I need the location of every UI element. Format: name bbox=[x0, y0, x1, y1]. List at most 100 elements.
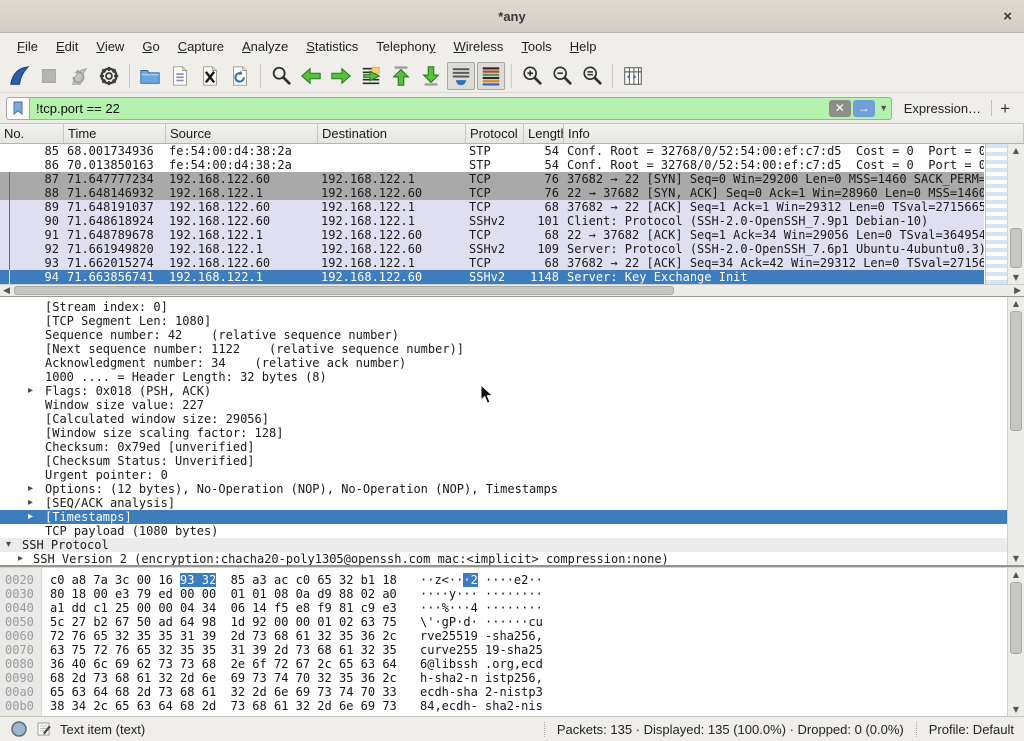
menu-file[interactable]: File bbox=[8, 33, 47, 60]
menu-telephony[interactable]: Telephony bbox=[367, 33, 444, 60]
menu-tools[interactable]: Tools bbox=[512, 33, 560, 60]
filter-clear-button[interactable]: ✕ bbox=[829, 100, 851, 117]
status-profile[interactable]: Profile: Default bbox=[929, 722, 1014, 737]
display-filter-input[interactable] bbox=[30, 98, 829, 119]
detail-line[interactable]: Checksum: 0x79ed [unverified] bbox=[0, 440, 1024, 454]
menu-view[interactable]: View bbox=[87, 33, 133, 60]
packet-list-minimap[interactable] bbox=[985, 144, 1007, 284]
window-close-button[interactable]: × bbox=[1003, 8, 1012, 25]
scroll-down-icon[interactable]: ▼ bbox=[1008, 273, 1024, 282]
detail-line[interactable]: [Calculated window size: 29056] bbox=[0, 412, 1024, 426]
capture-comment-icon[interactable] bbox=[36, 721, 52, 737]
zoom-original-icon[interactable] bbox=[578, 62, 606, 90]
packet-row-88[interactable]: 8871.648146932192.168.122.1192.168.122.6… bbox=[0, 186, 984, 200]
scroll-up-icon[interactable]: ▲ bbox=[1008, 146, 1024, 155]
capture-options-icon[interactable] bbox=[95, 62, 123, 90]
bytes-scroll-thumb[interactable] bbox=[1010, 582, 1022, 654]
hex-row[interactable]: 003080 18 00 e3 79 ed 00 00 01 01 08 0a … bbox=[0, 587, 1024, 601]
menu-analyze[interactable]: Analyze bbox=[233, 33, 297, 60]
menu-help[interactable]: Help bbox=[561, 33, 606, 60]
detail-line[interactable]: [Window size scaling factor: 128] bbox=[0, 426, 1024, 440]
filter-add-button[interactable]: + bbox=[1000, 97, 1010, 120]
save-capture-icon[interactable] bbox=[166, 62, 194, 90]
zoom-out-icon[interactable] bbox=[548, 62, 576, 90]
detail-line[interactable]: ▸[SEQ/ACK analysis] bbox=[0, 496, 1024, 510]
start-capture-icon[interactable] bbox=[5, 62, 33, 90]
bytes-vscrollbar[interactable]: ▲ ▼ bbox=[1007, 568, 1024, 716]
hex-row[interactable]: 0020c0 a8 7a 3c 00 16 93 32 85 a3 ac c0 … bbox=[0, 573, 1024, 587]
menu-go[interactable]: Go bbox=[133, 33, 168, 60]
detail-line[interactable]: 1000 .... = Header Length: 32 bytes (8) bbox=[0, 370, 1024, 384]
stop-capture-icon[interactable] bbox=[35, 62, 63, 90]
zoom-in-icon[interactable] bbox=[518, 62, 546, 90]
collapsed-arrow-icon[interactable]: ▸ bbox=[28, 384, 45, 398]
packet-row-85[interactable]: 8568.001734936fe:54:00:d4:38:2aSTP54Conf… bbox=[0, 144, 984, 158]
go-last-icon[interactable] bbox=[417, 62, 445, 90]
column-header-no[interactable]: No. bbox=[0, 124, 64, 143]
details-scroll-thumb[interactable] bbox=[1010, 311, 1022, 431]
scroll-left-icon[interactable]: ◀ bbox=[3, 285, 10, 297]
scroll-down-icon[interactable]: ▼ bbox=[1008, 554, 1024, 563]
menu-capture[interactable]: Capture bbox=[169, 33, 233, 60]
detail-line[interactable]: [Next sequence number: 1122 (relative se… bbox=[0, 342, 1024, 356]
collapsed-arrow-icon[interactable]: ▸ bbox=[18, 552, 33, 566]
packet-row-87[interactable]: 8771.647777234192.168.122.60192.168.122.… bbox=[0, 172, 984, 186]
packet-list-vscrollbar[interactable]: ▲ ▼ bbox=[1007, 144, 1024, 284]
menu-statistics[interactable]: Statistics bbox=[297, 33, 367, 60]
go-forward-icon[interactable] bbox=[327, 62, 355, 90]
detail-line[interactable]: TCP payload (1080 bytes) bbox=[0, 524, 1024, 538]
packet-row-90[interactable]: 9071.648618924192.168.122.60192.168.122.… bbox=[0, 214, 984, 228]
column-header-time[interactable]: Time bbox=[64, 124, 166, 143]
detail-line[interactable]: Acknowledgment number: 34 (relative ack … bbox=[0, 356, 1024, 370]
collapsed-arrow-icon[interactable]: ▸ bbox=[28, 510, 45, 524]
packet-list-scroll-thumb[interactable] bbox=[1010, 228, 1022, 268]
filter-history-dropdown-icon[interactable]: ▼ bbox=[877, 103, 891, 113]
column-header-info[interactable]: Info bbox=[564, 124, 1024, 143]
hex-row[interactable]: 00505c 27 b2 67 50 ad 64 98 1d 92 00 00 … bbox=[0, 615, 1024, 629]
hex-row[interactable]: 008036 40 6c 69 62 73 73 68 2e 6f 72 67 … bbox=[0, 657, 1024, 671]
packet-row-91[interactable]: 9171.648789678192.168.122.1192.168.122.6… bbox=[0, 228, 984, 242]
resize-columns-icon[interactable] bbox=[619, 62, 647, 90]
hex-row[interactable]: 007063 75 72 76 65 32 35 35 31 39 2d 73 … bbox=[0, 643, 1024, 657]
open-capture-icon[interactable] bbox=[136, 62, 164, 90]
column-header-source[interactable]: Source bbox=[166, 124, 318, 143]
column-header-length[interactable]: Length bbox=[524, 124, 564, 143]
detail-line[interactable]: ▸SSH Version 2 (encryption:chacha20-poly… bbox=[0, 552, 1024, 566]
detail-line[interactable]: [Stream index: 0] bbox=[0, 300, 1024, 314]
close-capture-icon[interactable] bbox=[196, 62, 224, 90]
restart-capture-icon[interactable] bbox=[65, 62, 93, 90]
packet-row-86[interactable]: 8670.013850163fe:54:00:d4:38:2aSTP54Conf… bbox=[0, 158, 984, 172]
packet-row-94[interactable]: 9471.663856741192.168.122.1192.168.122.6… bbox=[0, 270, 984, 284]
detail-line[interactable]: [TCP Segment Len: 1080] bbox=[0, 314, 1024, 328]
scroll-right-icon[interactable]: ▶ bbox=[1014, 285, 1021, 297]
go-to-packet-icon[interactable] bbox=[357, 62, 385, 90]
detail-line[interactable]: Window size value: 227 bbox=[0, 398, 1024, 412]
detail-line[interactable]: ▾SSH Protocol bbox=[0, 538, 1024, 552]
reload-capture-icon[interactable] bbox=[226, 62, 254, 90]
detail-line[interactable]: ▸Flags: 0x018 (PSH, ACK) bbox=[0, 384, 1024, 398]
hex-row[interactable]: 006072 76 65 32 35 35 31 39 2d 73 68 61 … bbox=[0, 629, 1024, 643]
expert-info-icon[interactable] bbox=[10, 720, 28, 738]
scroll-up-icon[interactable]: ▲ bbox=[1008, 570, 1024, 579]
packet-row-93[interactable]: 9371.662015274192.168.122.60192.168.122.… bbox=[0, 256, 984, 270]
packet-row-89[interactable]: 8971.648191037192.168.122.60192.168.122.… bbox=[0, 200, 984, 214]
scroll-up-icon[interactable]: ▲ bbox=[1008, 299, 1024, 308]
hex-row[interactable]: 0040a1 dd c1 25 00 00 04 34 06 14 f5 e8 … bbox=[0, 601, 1024, 615]
menu-wireless[interactable]: Wireless bbox=[445, 33, 513, 60]
filter-expression-button[interactable]: Expression… bbox=[904, 101, 981, 116]
go-first-icon[interactable] bbox=[387, 62, 415, 90]
colorize-icon[interactable] bbox=[477, 62, 505, 90]
collapsed-arrow-icon[interactable]: ▸ bbox=[28, 496, 45, 510]
scroll-down-icon[interactable]: ▼ bbox=[1008, 705, 1024, 714]
detail-line[interactable]: [Checksum Status: Unverified] bbox=[0, 454, 1024, 468]
collapsed-arrow-icon[interactable]: ▸ bbox=[28, 482, 45, 496]
expanded-arrow-icon[interactable]: ▾ bbox=[6, 538, 22, 552]
details-vscrollbar[interactable]: ▲ ▼ bbox=[1007, 297, 1024, 565]
auto-scroll-icon[interactable] bbox=[447, 62, 475, 90]
go-back-icon[interactable] bbox=[297, 62, 325, 90]
packet-list-hscrollbar[interactable]: ◀ ▶ bbox=[0, 284, 1024, 296]
menu-edit[interactable]: Edit bbox=[47, 33, 87, 60]
detail-line[interactable]: ▸Options: (12 bytes), No-Operation (NOP)… bbox=[0, 482, 1024, 496]
filter-apply-button[interactable]: → bbox=[853, 100, 875, 117]
column-header-protocol[interactable]: Protocol bbox=[466, 124, 524, 143]
